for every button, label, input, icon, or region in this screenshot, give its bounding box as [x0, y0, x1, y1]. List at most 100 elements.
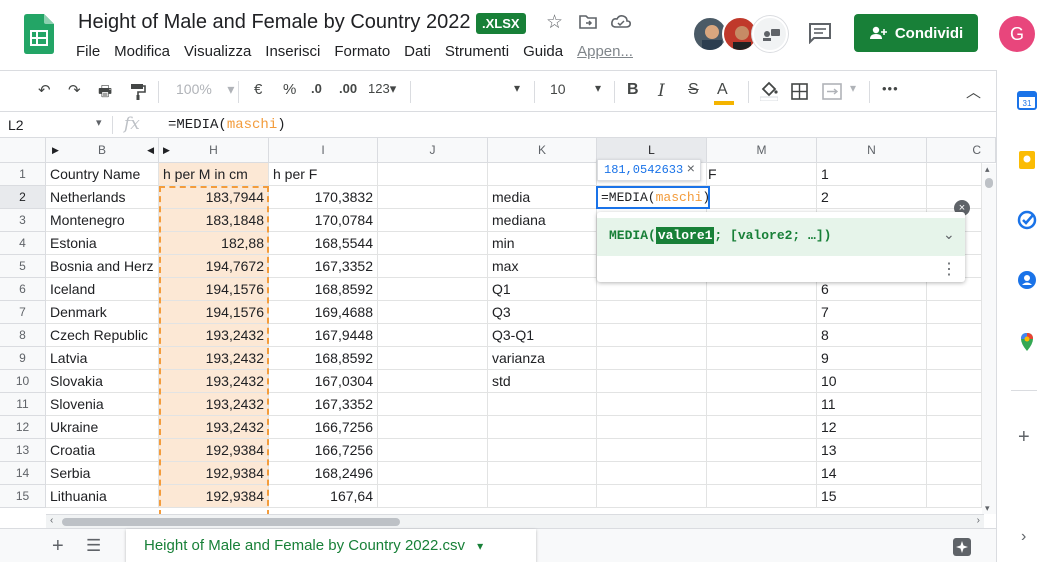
row-header[interactable]: 9 [0, 347, 46, 370]
cell-n7[interactable]: 7 [817, 301, 927, 324]
cell-n15[interactable]: 15 [817, 485, 927, 508]
preview-close-icon[interactable]: × [687, 160, 695, 180]
cell-h6[interactable]: 194,1576 [159, 278, 269, 301]
cell-c13[interactable] [927, 439, 982, 462]
contacts-icon[interactable] [1017, 270, 1037, 290]
cell-j12[interactable] [378, 416, 488, 439]
keep-icon[interactable] [1017, 150, 1037, 170]
cell-l9[interactable] [597, 347, 707, 370]
vertical-scrollbar[interactable]: ▴ ▾ [982, 164, 996, 514]
cell-j13[interactable] [378, 439, 488, 462]
cell-b7[interactable]: Denmark [46, 301, 159, 324]
row-header[interactable]: 13 [0, 439, 46, 462]
menu-file[interactable]: File [76, 43, 100, 60]
cell-k7[interactable]: Q3 [488, 301, 597, 324]
cell-j10[interactable] [378, 370, 488, 393]
more-vert-icon[interactable]: ⋮ [941, 259, 957, 279]
column-header-m[interactable]: M [707, 138, 817, 163]
cell-c14[interactable] [927, 462, 982, 485]
column-header-j[interactable]: J [378, 138, 488, 163]
column-header-i[interactable]: I [269, 138, 378, 163]
cell-m8[interactable] [707, 324, 817, 347]
cell-n9[interactable]: 9 [817, 347, 927, 370]
cell-m13[interactable] [707, 439, 817, 462]
all-sheets-button[interactable]: ☰ [86, 536, 101, 556]
cell-h15[interactable]: 192,9384 [159, 485, 269, 508]
cell-n8[interactable]: 8 [817, 324, 927, 347]
merge-cells-icon[interactable] [822, 83, 842, 100]
cell-l14[interactable] [597, 462, 707, 485]
cell-h10[interactable]: 193,2432 [159, 370, 269, 393]
account-avatar[interactable]: G [999, 16, 1035, 52]
row-header[interactable]: 14 [0, 462, 46, 485]
cell-b12[interactable]: Ukraine [46, 416, 159, 439]
decrease-decimals-button[interactable]: .0 [311, 81, 322, 96]
scroll-down-icon[interactable]: ▾ [985, 503, 990, 514]
cell-i8[interactable]: 167,9448 [269, 324, 378, 347]
cell-h5[interactable]: 194,7672 [159, 255, 269, 278]
font-family-dropdown[interactable]: ▾ [514, 81, 520, 95]
undo-icon[interactable]: ↶ [38, 81, 51, 99]
cell-b1[interactable]: Country Name [46, 163, 159, 186]
cell-i1[interactable]: h per F [269, 163, 378, 186]
star-icon[interactable]: ☆ [546, 11, 563, 34]
collapse-columns-icon[interactable]: ◀ [147, 138, 154, 163]
cell-b11[interactable]: Slovenia [46, 393, 159, 416]
cell-n11[interactable]: 11 [817, 393, 927, 416]
cell-l10[interactable] [597, 370, 707, 393]
row-header[interactable]: 1 [0, 163, 46, 186]
cell-j1[interactable] [378, 163, 488, 186]
add-addon-icon[interactable]: + [1018, 426, 1030, 449]
menu-guida[interactable]: Guida [523, 43, 563, 60]
cell-m14[interactable] [707, 462, 817, 485]
menu-formato[interactable]: Formato [334, 43, 390, 60]
cell-c8[interactable] [927, 324, 982, 347]
row-header[interactable]: 5 [0, 255, 46, 278]
column-header-c[interactable]: C [927, 138, 996, 163]
cell-b5[interactable]: Bosnia and Herz [46, 255, 159, 278]
cell-c1[interactable] [927, 163, 982, 186]
share-button[interactable]: Condividi [854, 14, 978, 52]
cell-m15[interactable] [707, 485, 817, 508]
cell-b3[interactable]: Montenegro [46, 209, 159, 232]
sheet-tab-dropdown-icon[interactable]: ▾ [477, 539, 483, 553]
cell-l12[interactable] [597, 416, 707, 439]
menu-strumenti[interactable]: Strumenti [445, 43, 509, 60]
cell-l7[interactable] [597, 301, 707, 324]
cell-j4[interactable] [378, 232, 488, 255]
cell-n14[interactable]: 14 [817, 462, 927, 485]
font-size-dropdown[interactable]: ▾ [595, 81, 601, 95]
row-header[interactable]: 12 [0, 416, 46, 439]
cell-j14[interactable] [378, 462, 488, 485]
cell-l11[interactable] [597, 393, 707, 416]
collaborators-chat-icon[interactable] [752, 16, 788, 52]
cell-j11[interactable] [378, 393, 488, 416]
expand-side-panel-icon[interactable]: › [1021, 528, 1026, 546]
cell-i10[interactable]: 167,0304 [269, 370, 378, 393]
cell-m11[interactable] [707, 393, 817, 416]
merge-dropdown[interactable]: ▾ [850, 81, 856, 95]
calendar-icon[interactable]: 31 [1017, 90, 1037, 110]
cell-i12[interactable]: 166,7256 [269, 416, 378, 439]
sheet-tab[interactable]: Height of Male and Female by Country 202… [126, 529, 536, 562]
more-options-icon[interactable]: ••• [882, 81, 899, 96]
expand-help-icon[interactable]: ⌄ [943, 226, 955, 243]
increase-decimals-button[interactable]: .00 [339, 81, 357, 96]
cell-h13[interactable]: 192,9384 [159, 439, 269, 462]
borders-icon[interactable] [791, 83, 808, 100]
cell-b6[interactable]: Iceland [46, 278, 159, 301]
cell-m2[interactable] [707, 186, 817, 209]
column-header-n[interactable]: N [817, 138, 927, 163]
cell-b13[interactable]: Croatia [46, 439, 159, 462]
cell-h2[interactable]: 183,7944 [159, 186, 269, 209]
menu-appendice[interactable]: Appen... [577, 43, 633, 60]
cell-k13[interactable] [488, 439, 597, 462]
cell-j6[interactable] [378, 278, 488, 301]
cell-j5[interactable] [378, 255, 488, 278]
cloud-status-icon[interactable] [610, 12, 632, 32]
select-all-corner[interactable] [0, 138, 46, 163]
expand-columns-icon[interactable]: ▶ [52, 138, 59, 163]
fill-color-icon[interactable] [760, 81, 778, 101]
formula-input[interactable]: =MEDIA(maschi) [168, 117, 286, 133]
cell-b15[interactable]: Lithuania [46, 485, 159, 508]
